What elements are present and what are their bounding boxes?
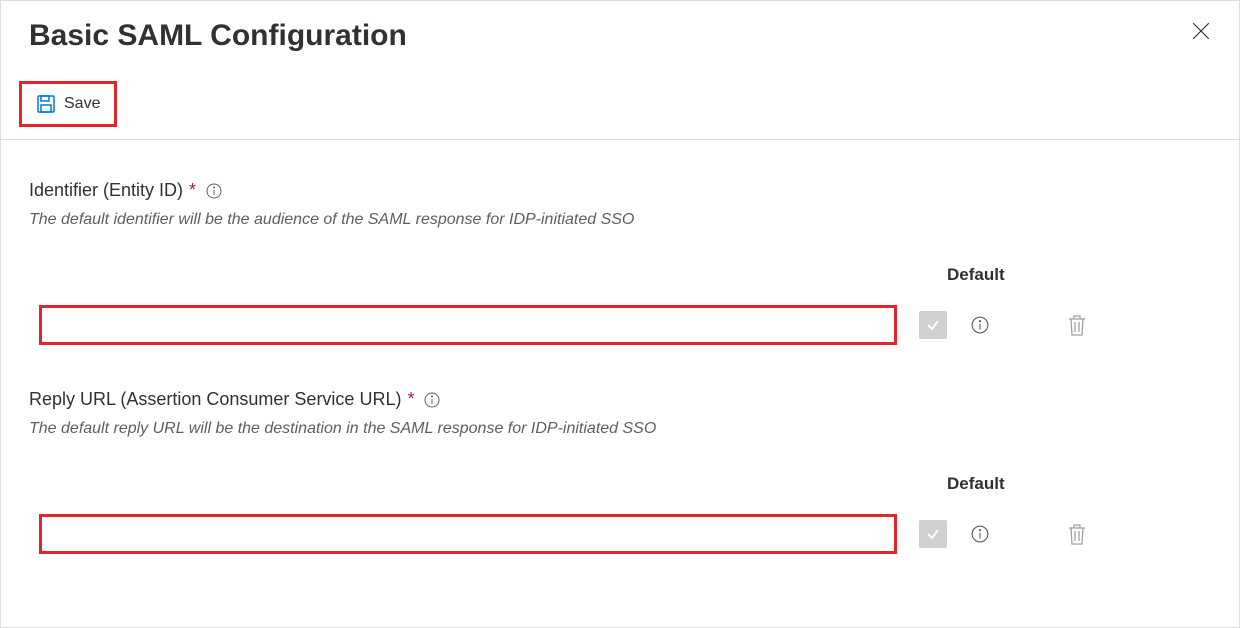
trash-icon[interactable] — [1067, 523, 1087, 545]
save-icon — [36, 94, 56, 114]
replyurl-default-header: Default — [947, 474, 1005, 494]
trash-icon[interactable] — [1067, 314, 1087, 336]
replyurl-input[interactable] — [39, 514, 897, 554]
required-marker: * — [407, 389, 414, 410]
close-button[interactable] — [1191, 21, 1211, 41]
save-button-label: Save — [64, 95, 100, 113]
info-icon[interactable] — [971, 525, 989, 543]
replyurl-label: Reply URL (Assertion Consumer Service UR… — [29, 389, 1211, 410]
required-marker: * — [189, 180, 196, 201]
info-icon[interactable] — [971, 316, 989, 334]
info-icon[interactable] — [206, 183, 222, 199]
checkmark-icon — [925, 526, 941, 542]
save-button[interactable]: Save — [19, 81, 117, 127]
replyurl-label-text: Reply URL (Assertion Consumer Service UR… — [29, 389, 401, 410]
toolbar-divider — [1, 139, 1239, 140]
replyurl-default-checkbox[interactable] — [919, 520, 947, 548]
identifier-default-checkbox[interactable] — [919, 311, 947, 339]
replyurl-description: The default reply URL will be the destin… — [29, 420, 1211, 438]
identifier-default-header: Default — [947, 265, 1005, 285]
identifier-label-text: Identifier (Entity ID) — [29, 180, 183, 201]
info-icon[interactable] — [424, 392, 440, 408]
identifier-label: Identifier (Entity ID) * — [29, 180, 1211, 201]
identifier-input[interactable] — [39, 305, 897, 345]
identifier-description: The default identifier will be the audie… — [29, 211, 1211, 229]
close-icon — [1192, 22, 1210, 40]
checkmark-icon — [925, 317, 941, 333]
panel-title: Basic SAML Configuration — [29, 19, 407, 53]
